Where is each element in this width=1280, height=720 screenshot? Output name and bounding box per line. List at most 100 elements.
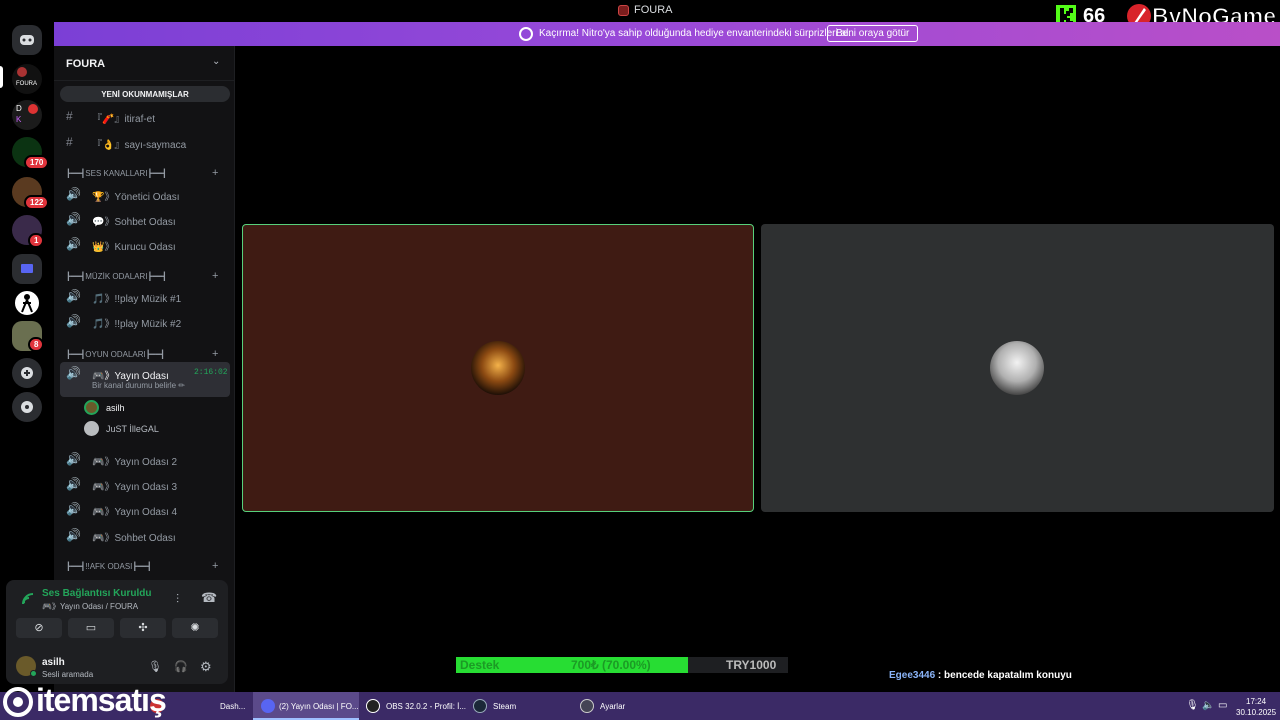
- taskbar-label: (2) Yayın Odası | FO...: [279, 702, 359, 711]
- system-clock[interactable]: 17:24 30.10.2025: [1236, 696, 1276, 718]
- voice-member[interactable]: JuST İlleGAL: [84, 420, 224, 438]
- category-afk-odasi[interactable]: ┣━━┫!!AFK ODASI┣━━┫: [66, 562, 152, 571]
- channel-sayi-saymaca[interactable]: # 『👌』sayı-saymaca: [60, 131, 230, 153]
- speaker-icon: 🔊: [66, 502, 81, 516]
- explore-icon[interactable]: [12, 392, 42, 422]
- gear-icon: [580, 699, 594, 713]
- voice-channel-yayin-4[interactable]: 🔊 🎮》Yayın Odası 4: [60, 498, 230, 520]
- taskbar-item-obs[interactable]: OBS 32.0.2 - Profil: İ...: [366, 692, 466, 720]
- nitro-banner: Kaçırma! Nitro'ya sahip olduğunda hediye…: [54, 22, 1280, 46]
- donation-label: Destek: [460, 658, 500, 672]
- avatar: [84, 421, 99, 436]
- add-server-icon[interactable]: [12, 358, 42, 388]
- discord-icon: [261, 699, 275, 713]
- speaker-icon: 🔊: [66, 528, 81, 542]
- add-channel-icon[interactable]: +: [212, 560, 218, 572]
- microphone-icon[interactable]: 🎙: [148, 660, 162, 673]
- discord-logo-icon: [20, 35, 34, 45]
- chevron-down-icon[interactable]: ⌄: [212, 56, 220, 67]
- voice-channel-sohbet-2[interactable]: 🔊 🎮》Sohbet Odası: [60, 524, 230, 546]
- channel-status[interactable]: Bir kanal durumu belirle ✏: [92, 381, 185, 390]
- taskbar-item-settings[interactable]: Ayarlar: [580, 692, 680, 720]
- donation-amount: 700₺ (70.00%): [571, 658, 651, 672]
- unread-pill[interactable]: YENİ OKUNMAMIŞLAR: [60, 86, 230, 102]
- server-7[interactable]: [12, 288, 42, 318]
- username[interactable]: asilh: [42, 657, 65, 668]
- volume-icon[interactable]: 🔈: [1202, 700, 1214, 711]
- channel-label: 🎮》Yayın Odası 2: [92, 457, 178, 468]
- camera-off-button[interactable]: ⊘: [16, 618, 62, 638]
- banner-text: Kaçırma! Nitro'ya sahip olduğunda hediye…: [539, 28, 852, 39]
- server-8[interactable]: 8: [12, 321, 45, 352]
- call-timer: 2:16:02: [194, 368, 228, 377]
- microphone-tray-icon[interactable]: 🎙: [1186, 700, 1199, 711]
- add-channel-icon[interactable]: +: [212, 270, 218, 282]
- watermark-text: itemsatış: [36, 682, 167, 718]
- headphones-icon[interactable]: 🎧: [174, 660, 188, 673]
- voice-channel-yonetici[interactable]: 🔊 🏆》Yönetici Odası: [60, 183, 230, 205]
- server-foura[interactable]: FOURA: [12, 64, 42, 94]
- disconnect-icon[interactable]: ☎: [201, 590, 217, 606]
- soundboard-button[interactable]: ✺: [172, 618, 218, 638]
- chat-overlay-message: Egee3446 : bencede kapatalım konuyu: [889, 670, 1072, 681]
- server-name[interactable]: FOURA: [66, 58, 105, 70]
- add-channel-icon[interactable]: +: [212, 167, 218, 179]
- server-foura-icon: [17, 67, 27, 77]
- channel-label: 🎵》!!play Müzik #2: [92, 319, 182, 330]
- voice-channel-yayin-3[interactable]: 🔊 🎮》Yayın Odası 3: [60, 473, 230, 495]
- hash-icon: #: [66, 109, 73, 123]
- video-tile-asilh[interactable]: [242, 224, 754, 512]
- avatar: [471, 341, 525, 395]
- voice-member[interactable]: asilh: [84, 399, 224, 417]
- server-5[interactable]: 1: [12, 215, 45, 248]
- add-channel-icon[interactable]: +: [212, 348, 218, 360]
- video-tile-just-illegal[interactable]: [761, 224, 1274, 512]
- member-name: asilh: [106, 403, 125, 413]
- channel-label: 👑》Kurucu Odası: [92, 242, 176, 253]
- voice-channel-yayin-2[interactable]: 🔊 🎮》Yayın Odası 2: [60, 448, 230, 470]
- channel-label: 🎮》Yayın Odası 3: [92, 482, 178, 493]
- screen-share-button[interactable]: ▭: [68, 618, 114, 638]
- obs-icon: [366, 699, 380, 713]
- category-ses-kanallari[interactable]: ┣━━┫SES KANALLARI┣━━┫: [66, 169, 167, 178]
- connection-status[interactable]: Ses Bağlantısı Kuruldu: [42, 588, 151, 599]
- speaker-icon: 🔊: [66, 314, 81, 328]
- noise-suppression-icon[interactable]: ⫶: [176, 592, 179, 607]
- gear-icon[interactable]: ⚙: [200, 659, 212, 675]
- signal-icon[interactable]: [20, 591, 36, 607]
- voice-channel-sohbet[interactable]: 🔊 💬》Sohbet Odası: [60, 208, 230, 230]
- voice-channel-muzik-1[interactable]: 🔊 🎵》!!play Müzik #1: [60, 285, 230, 307]
- window-title: FOURA: [634, 4, 673, 16]
- watermark-logo-icon: [3, 687, 33, 717]
- chat-username: Egee3446: [889, 670, 936, 681]
- network-icon[interactable]: ▭: [1218, 700, 1227, 711]
- online-status-icon: [30, 670, 37, 677]
- server-dk[interactable]: D K: [12, 100, 42, 130]
- folder-icon[interactable]: [12, 254, 42, 284]
- divider: [54, 80, 235, 81]
- channel-label: 『🧨』itiraf-et: [92, 114, 156, 125]
- connection-location[interactable]: 🎮》Yayın Odası / FOURA: [42, 601, 138, 612]
- discord-home-icon[interactable]: [12, 25, 42, 55]
- server-3-badge: 170: [24, 155, 50, 170]
- voice-channel-muzik-2[interactable]: 🔊 🎵》!!play Müzik #2: [60, 310, 230, 332]
- avatar: [84, 400, 99, 415]
- nitro-icon: [519, 27, 533, 41]
- server-4[interactable]: 122: [12, 177, 50, 210]
- taskbar-item-discord[interactable]: (2) Yayın Odası | FO...: [253, 692, 359, 720]
- activities-button[interactable]: ✣: [120, 618, 166, 638]
- server-3[interactable]: 170: [12, 137, 50, 170]
- server-icon-small: [618, 5, 629, 16]
- server-8-badge: 8: [28, 337, 45, 352]
- banner-cta-button[interactable]: Beni oraya götür: [827, 25, 919, 42]
- category-oyun-odalari[interactable]: ┣━━┫OYUN ODALARI┣━━┫: [66, 350, 165, 359]
- server-4-badge: 122: [24, 195, 50, 210]
- taskbar-item-steam[interactable]: Steam: [473, 692, 573, 720]
- speaker-icon: 🔊: [66, 289, 81, 303]
- channel-itiraf-et[interactable]: # 『🧨』itiraf-et: [60, 105, 230, 127]
- category-muzik-odalari[interactable]: ┣━━┫MÜZİK ODALARI┣━━┫: [66, 272, 167, 281]
- voice-channel-yayin-odasi[interactable]: 🔊 🎮》Yayın Odası 2:16:02 Bir kanal durumu…: [60, 362, 230, 397]
- donation-goal: TRY1000: [726, 658, 777, 672]
- voice-channel-kurucu[interactable]: 🔊 👑》Kurucu Odası: [60, 233, 230, 255]
- speaker-icon: 🔊: [66, 477, 81, 491]
